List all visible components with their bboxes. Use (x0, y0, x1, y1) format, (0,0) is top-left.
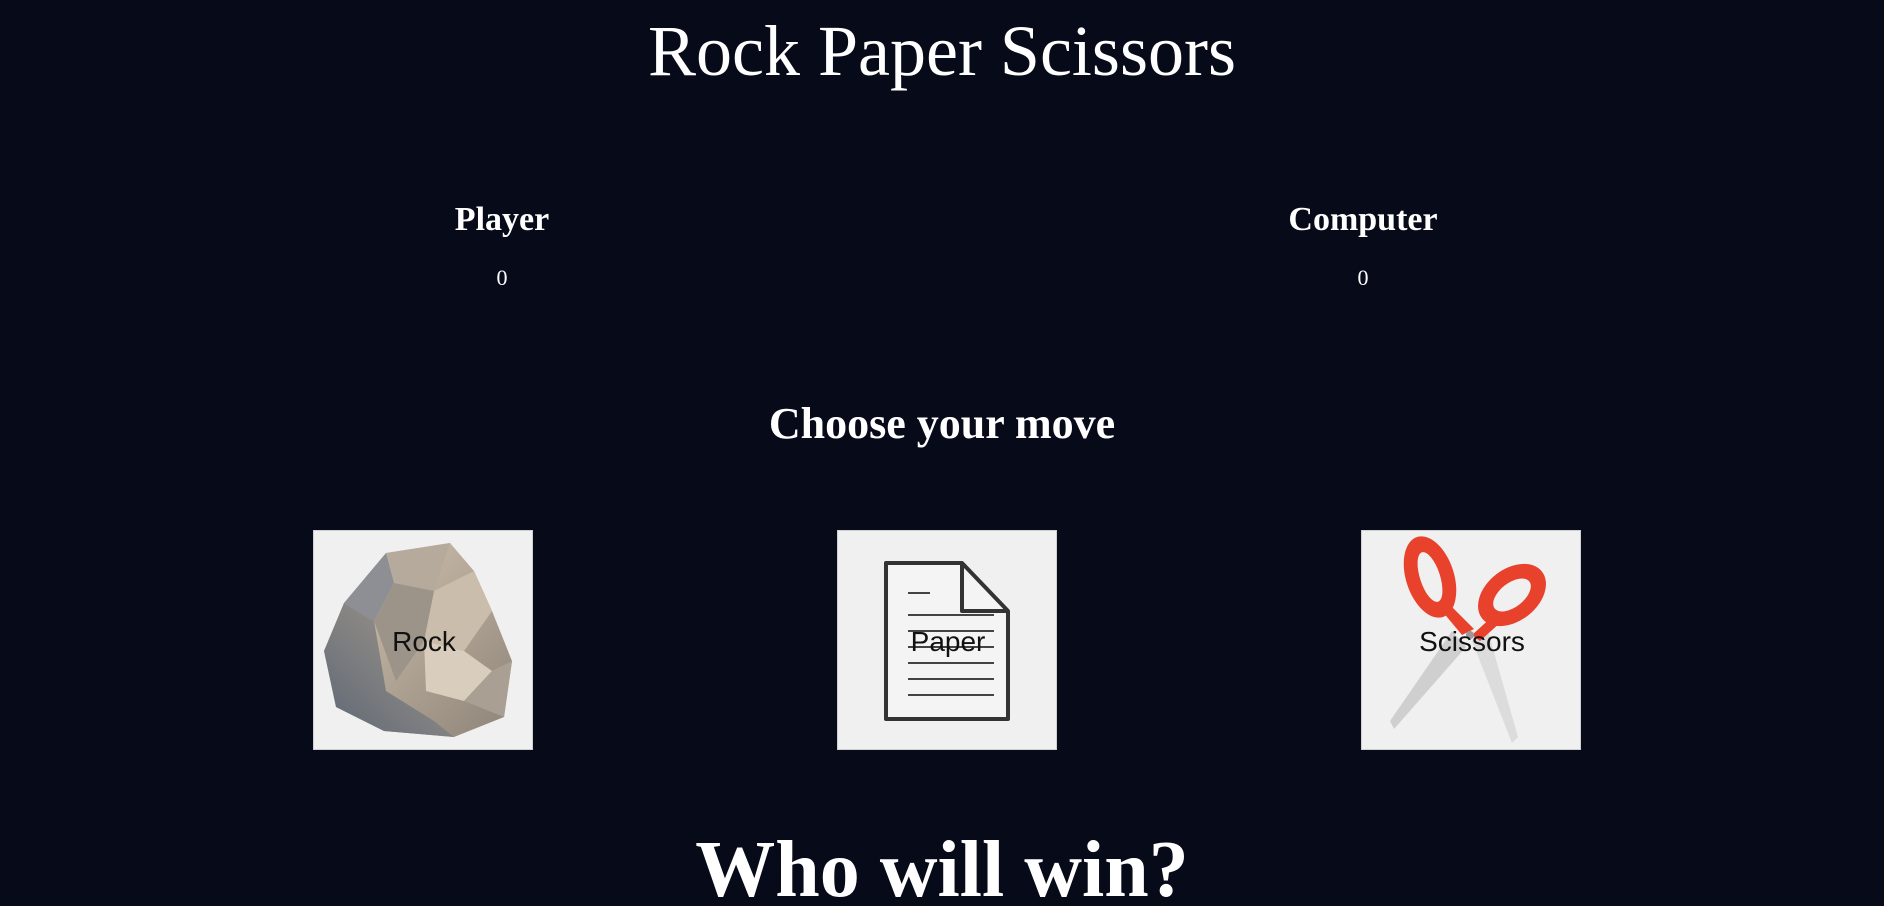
player-score-label: Player (454, 201, 550, 238)
rock-button[interactable]: Rock (313, 530, 533, 750)
player-score-value: 0 (496, 264, 508, 290)
move-prompt: Choose your move (768, 399, 1116, 448)
computer-score-panel: Computer 0 (1213, 200, 1513, 291)
scissors-label: Scissors (1419, 626, 1525, 657)
paper-label: Paper (910, 626, 986, 657)
page-title: Rock Paper Scissors (648, 11, 1236, 91)
computer-score-value: 0 (1357, 264, 1369, 290)
player-score-panel: Player 0 (352, 200, 652, 291)
scissors-button[interactable]: Scissors (1361, 530, 1581, 750)
game-page: Rock Paper Scissors Player 0 Computer 0 … (0, 0, 1884, 906)
rock-label: Rock (392, 626, 456, 657)
paper-button[interactable]: Paper (837, 530, 1057, 750)
computer-score-label: Computer (1288, 201, 1438, 238)
result-message: Who will win? (695, 826, 1189, 906)
